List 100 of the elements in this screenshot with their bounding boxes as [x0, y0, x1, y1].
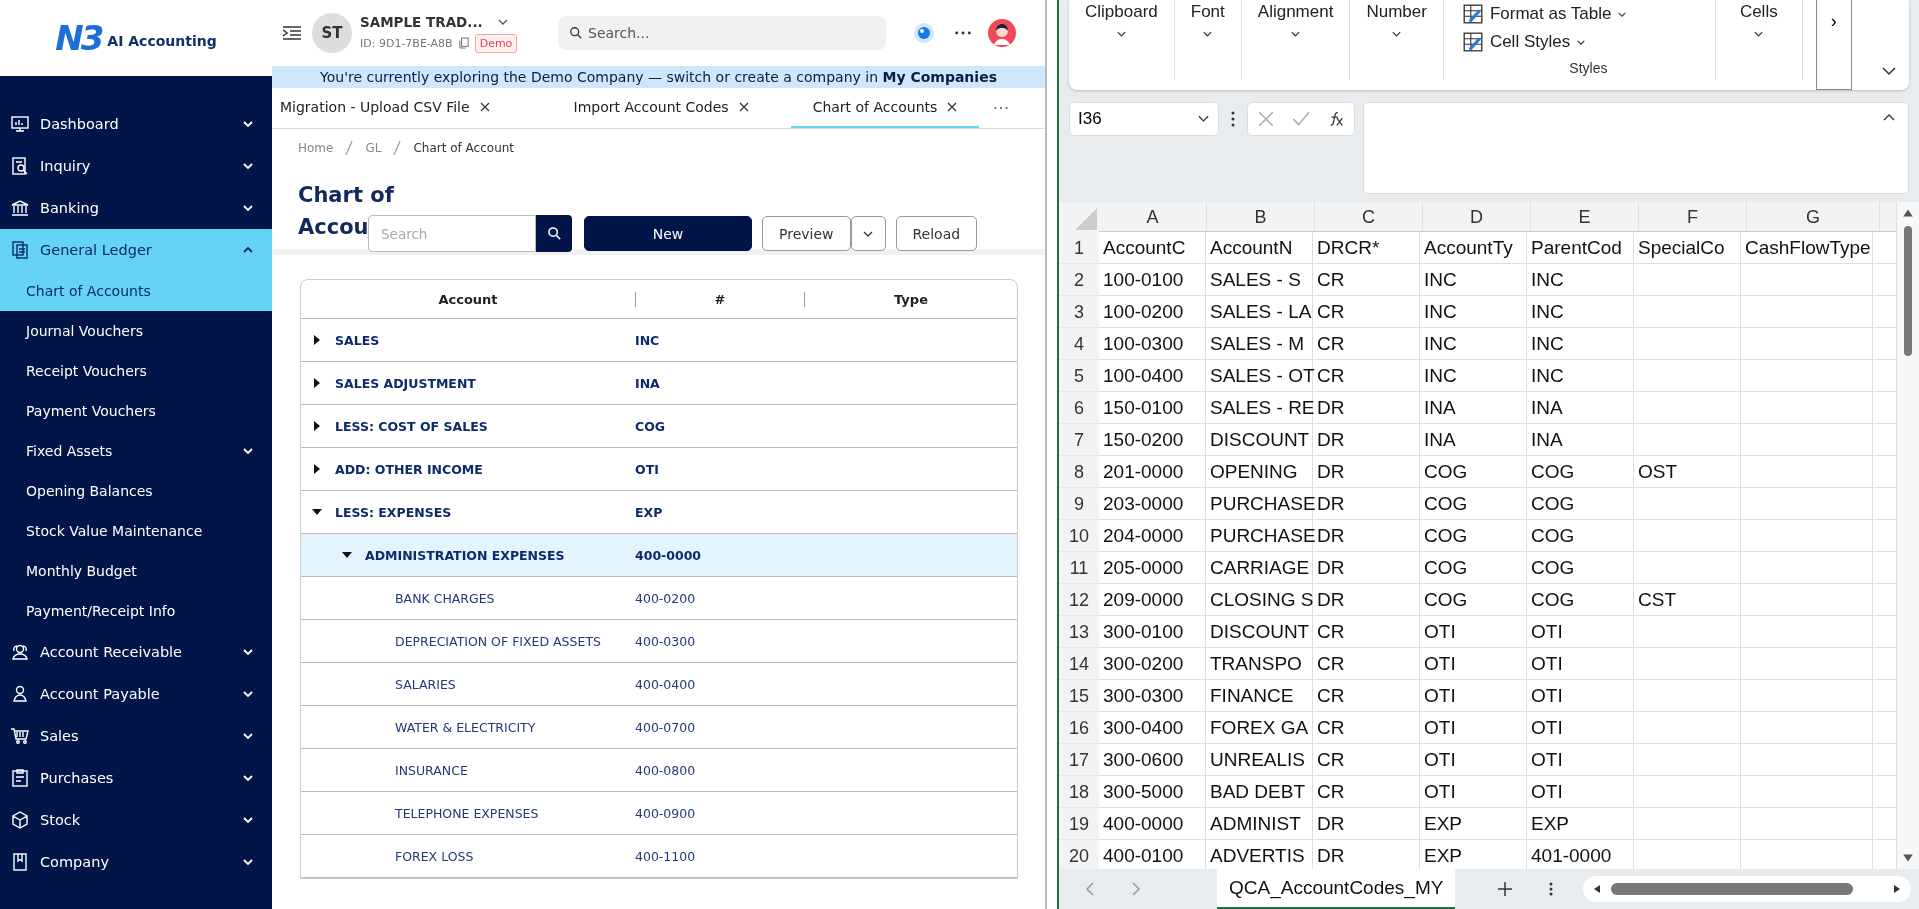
column-header[interactable]: B [1207, 202, 1315, 232]
scroll-left-icon[interactable] [1593, 884, 1602, 894]
sheet-cell[interactable] [1741, 680, 1873, 712]
row-header[interactable]: 13 [1059, 616, 1099, 648]
new-button[interactable]: New [584, 216, 752, 251]
table-row[interactable]: LESS: COST OF SALES COG [301, 405, 1017, 448]
sheet-cell[interactable]: DISCOUNT [1206, 424, 1313, 456]
row-header[interactable]: 9 [1059, 488, 1099, 520]
sheet-cell[interactable] [1634, 552, 1741, 584]
sheet-cell[interactable]: INC [1420, 296, 1527, 328]
close-icon[interactable] [738, 102, 749, 112]
sheet-cell[interactable] [1741, 616, 1873, 648]
sheet-cell[interactable]: OTI [1420, 648, 1527, 680]
sheet-cell[interactable]: OPENING [1206, 456, 1313, 488]
sheet-cell[interactable]: 300-0600 [1099, 744, 1206, 776]
sheet-cell[interactable]: COG [1527, 520, 1634, 552]
sheet-cell[interactable]: SALES - M [1206, 328, 1313, 360]
sheet-tab[interactable]: QCA_AccountCodes_MY [1217, 869, 1456, 909]
table-row[interactable]: TELEPHONE EXPENSES 400-0900 [301, 792, 1017, 835]
menu-icon[interactable] [282, 25, 302, 41]
search-field[interactable]: Search... [558, 16, 886, 50]
sheet-cell[interactable] [1634, 296, 1741, 328]
sidebar-subitem[interactable]: Monthly Budget [0, 551, 272, 591]
next-sheet-icon[interactable] [1131, 881, 1141, 897]
sheet-cell[interactable]: COG [1527, 584, 1634, 616]
sheet-cell[interactable]: OTI [1420, 616, 1527, 648]
sheet-cell[interactable]: SpecialCo [1634, 232, 1741, 264]
scroll-down-icon[interactable] [1902, 853, 1914, 863]
table-row[interactable]: WATER & ELECTRICITY 400-0700 [301, 706, 1017, 749]
sidebar-subitem[interactable]: Journal Vouchers [0, 311, 272, 351]
dropdown-button[interactable] [850, 216, 886, 251]
sheet-cell[interactable]: CR [1313, 616, 1420, 648]
sheet-cell[interactable] [1741, 808, 1873, 840]
sheet-cell[interactable]: 203-0000 [1099, 488, 1206, 520]
sidebar-subitem[interactable]: Opening Balances [0, 471, 272, 511]
sheet-cell[interactable]: SALES - RE [1206, 392, 1313, 424]
page-tab[interactable]: Chart of Accounts [790, 88, 980, 128]
sheet-cell[interactable]: OTI [1420, 776, 1527, 808]
column-header[interactable]: Type [805, 291, 1017, 307]
sheet-cell[interactable]: INC [1527, 328, 1634, 360]
sheet-cell[interactable]: SALES - S [1206, 264, 1313, 296]
sidebar-subitem[interactable]: Stock Value Maintenance [0, 511, 272, 551]
sheet-cell[interactable] [1634, 712, 1741, 744]
ribbon-group-button[interactable]: Number [1350, 0, 1444, 80]
copy-icon[interactable] [458, 37, 469, 49]
scroll-up-icon[interactable] [1902, 208, 1914, 218]
sheet-cell[interactable]: OTI [1420, 680, 1527, 712]
sheet-cell[interactable]: DR [1313, 584, 1420, 616]
sheet-cell[interactable] [1634, 424, 1741, 456]
sheet-cell[interactable] [1634, 744, 1741, 776]
row-header[interactable]: 6 [1059, 392, 1099, 424]
sheet-cell[interactable]: SALES - OT [1206, 360, 1313, 392]
chevron-up-icon[interactable] [1882, 113, 1896, 121]
sheet-cell[interactable] [1741, 552, 1873, 584]
sheet-cell[interactable]: FOREX GA [1206, 712, 1313, 744]
sheet-cell[interactable]: CR [1313, 264, 1420, 296]
sheet-cell[interactable]: SALES - LA [1206, 296, 1313, 328]
sheet-cell[interactable]: CR [1313, 680, 1420, 712]
table-row[interactable]: FOREX LOSS 400-1100 [301, 835, 1017, 878]
search-button[interactable] [536, 215, 572, 252]
sheet-cell[interactable]: COG [1527, 488, 1634, 520]
table-row[interactable]: SALARIES 400-0400 [301, 663, 1017, 706]
sidebar-item[interactable]: Dashboard [0, 103, 272, 145]
sheet-cell[interactable] [1634, 808, 1741, 840]
more-icon[interactable] [954, 30, 972, 36]
sheet-cell[interactable]: COG [1420, 456, 1527, 488]
sheet-cell[interactable]: 300-0100 [1099, 616, 1206, 648]
sheet-cell[interactable]: COG [1420, 520, 1527, 552]
ribbon-item-button[interactable]: Format as Table [1461, 0, 1628, 28]
row-header[interactable]: 14 [1059, 648, 1099, 680]
sidebar-subitem[interactable]: Payment/Receipt Info [0, 591, 272, 631]
sheet-cell[interactable]: INA [1420, 424, 1527, 456]
sidebar-item[interactable]: Stock [0, 799, 272, 841]
sheet-cell[interactable] [1741, 712, 1873, 744]
sheet-cell[interactable]: UNREALIS [1206, 744, 1313, 776]
row-header[interactable]: 12 [1059, 584, 1099, 616]
sheet-cell[interactable] [1741, 488, 1873, 520]
row-header[interactable]: 17 [1059, 744, 1099, 776]
sheet-cell[interactable]: CST [1634, 584, 1741, 616]
reload-button[interactable]: Reload [895, 216, 978, 251]
row-header[interactable]: 1 [1059, 232, 1099, 264]
previous-sheet-icon[interactable] [1085, 881, 1095, 897]
ribbon-group-button[interactable]: Alignment [1241, 0, 1351, 80]
sheet-cell[interactable]: 100-0100 [1099, 264, 1206, 296]
sheet-cell[interactable]: 300-0200 [1099, 648, 1206, 680]
sheet-cell[interactable] [1634, 648, 1741, 680]
breadcrumb-item[interactable]: Home [298, 141, 334, 155]
name-box[interactable]: I36 [1069, 102, 1219, 136]
row-header[interactable]: 3 [1059, 296, 1099, 328]
row-header[interactable]: 20 [1059, 840, 1099, 869]
sheet-cell[interactable]: INC [1420, 360, 1527, 392]
sheet-cell[interactable]: AccountC [1099, 232, 1206, 264]
sheet-cell[interactable] [1741, 360, 1873, 392]
page-tab[interactable]: Migration - Upload CSV File [272, 88, 512, 128]
column-header[interactable]: D [1423, 202, 1531, 232]
sheet-cell[interactable]: INA [1527, 424, 1634, 456]
sheet-cell[interactable]: 300-0400 [1099, 712, 1206, 744]
more-icon[interactable] [1231, 111, 1235, 127]
close-icon[interactable] [947, 102, 958, 112]
vertical-scrollbar[interactable] [1897, 202, 1919, 869]
